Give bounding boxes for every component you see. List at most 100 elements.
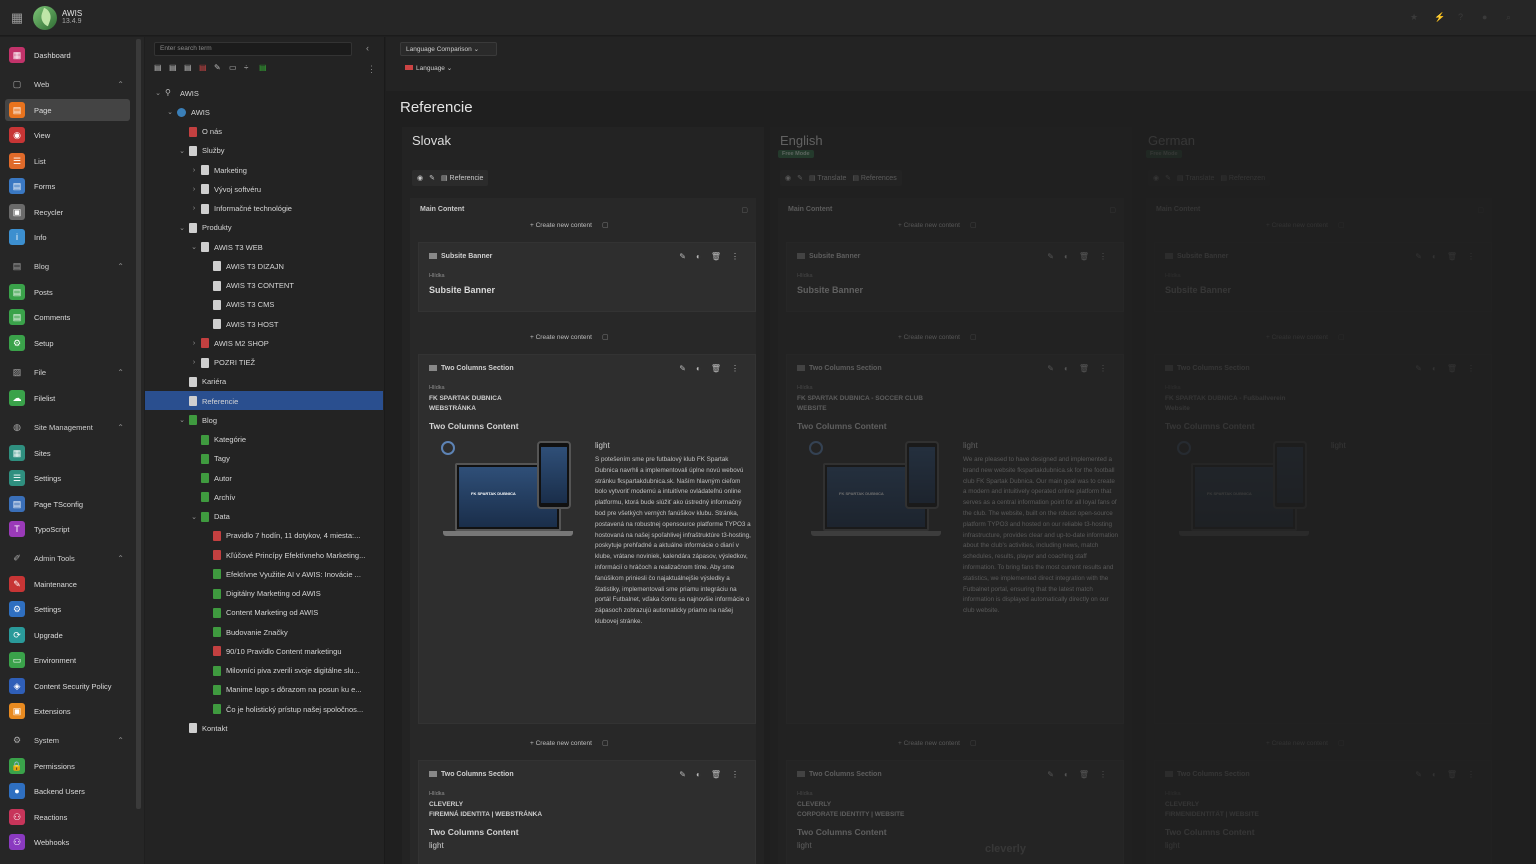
edit-icon[interactable]: ✎ bbox=[429, 174, 435, 182]
more-icon[interactable]: ⋮ bbox=[1467, 252, 1475, 261]
tree-node-awis-t3-web[interactable]: ⌄ AWIS T3 WEB bbox=[189, 238, 263, 256]
hide-icon[interactable]: ◐ bbox=[1432, 364, 1437, 373]
tree-node-digitalny-marketing-od-awis[interactable]: Digitálny Marketing od AWIS bbox=[201, 585, 321, 603]
module-extensions[interactable]: ▣ Extensions bbox=[5, 700, 130, 722]
user-avatar-icon[interactable]: ● bbox=[1482, 12, 1492, 22]
tree-node-awis-t3-cms[interactable]: AWIS T3 CMS bbox=[201, 296, 274, 314]
chevron-right-icon[interactable]: › bbox=[189, 205, 199, 212]
chevron-right-icon[interactable]: › bbox=[189, 186, 199, 193]
view-icon[interactable]: ◉ bbox=[1153, 174, 1159, 182]
chevron-down-icon[interactable]: ⌄ bbox=[153, 89, 163, 97]
delete-icon[interactable]: 🗑 bbox=[1447, 252, 1457, 261]
module-backend-users[interactable]: ● Backend Users bbox=[5, 780, 130, 802]
delete-icon[interactable]: 🗑 bbox=[1079, 364, 1089, 373]
module-content-security-policy[interactable]: ◈ Content Security Policy bbox=[5, 675, 130, 697]
awis-logo[interactable] bbox=[33, 6, 57, 30]
hide-icon[interactable]: ◐ bbox=[696, 252, 701, 261]
module-settings[interactable]: ☰ Settings bbox=[5, 467, 130, 489]
content-element-two-columns-2[interactable]: Two Columns Section ✎ ◐ 🗑 ⋮ Hlídka CLEVERLY… bbox=[418, 760, 756, 864]
more-icon[interactable]: ⋮ bbox=[1467, 364, 1475, 373]
new-recycler-icon[interactable]: ▤ bbox=[259, 63, 268, 73]
search-icon[interactable]: ⌕ bbox=[1506, 12, 1516, 22]
tree-node-data[interactable]: ⌄ Data bbox=[189, 508, 230, 526]
more-icon[interactable]: ⋮ bbox=[1099, 770, 1107, 779]
tree-node-archiv[interactable]: Archív bbox=[189, 488, 235, 506]
page-link[interactable]: ▤ References bbox=[852, 174, 896, 182]
module-list[interactable]: ☰ List bbox=[5, 150, 130, 172]
more-icon[interactable]: ⋮ bbox=[1099, 364, 1107, 373]
tree-node-co-je-holisticky-pristup-nasej-spolocnos[interactable]: Čo je holistický prístup našej spoločnos… bbox=[201, 700, 363, 718]
chevron-right-icon[interactable]: › bbox=[189, 340, 199, 347]
tree-node-awis[interactable]: ⌄ AWIS bbox=[165, 103, 210, 121]
chevron-down-icon[interactable]: ⌄ bbox=[189, 243, 199, 251]
create-new-content-button[interactable]: + Create new content bbox=[530, 222, 592, 229]
paste-icon[interactable]: ▢ bbox=[1338, 333, 1345, 341]
module-typoscript[interactable]: T TypoScript bbox=[5, 518, 130, 540]
module-recycler[interactable]: ▣ Recycler bbox=[5, 201, 130, 223]
tree-node-awis-m2-shop[interactable]: › AWIS M2 SHOP bbox=[189, 334, 269, 352]
page-link[interactable]: ▤ Referencie bbox=[441, 174, 483, 182]
module-menu-toggle-icon[interactable]: ▦ bbox=[9, 10, 25, 26]
collapse-tree-icon[interactable]: ‹ bbox=[366, 43, 369, 53]
page-link[interactable]: ▤ Referenzen bbox=[1220, 174, 1265, 182]
new-backend-link-icon[interactable]: ✎ bbox=[214, 63, 223, 73]
new-page-icon[interactable]: ▤ bbox=[154, 63, 163, 73]
edit-icon[interactable]: ✎ bbox=[1415, 770, 1422, 779]
bookmark-icon[interactable]: ★ bbox=[1410, 12, 1420, 22]
new-folder-icon[interactable]: ▭ bbox=[229, 63, 238, 73]
module-posts[interactable]: ▤ Posts bbox=[5, 281, 130, 303]
language-select[interactable]: Language ⌄ bbox=[400, 62, 463, 76]
edit-icon[interactable]: ✎ bbox=[797, 174, 803, 182]
chevron-down-icon[interactable]: ⌄ bbox=[189, 513, 199, 521]
delete-icon[interactable]: 🗑 bbox=[1079, 252, 1089, 261]
more-icon[interactable]: ⋮ bbox=[731, 770, 739, 779]
module-group-file[interactable]: ▨ File ⌃ bbox=[5, 363, 130, 381]
module-maintenance[interactable]: ✎ Maintenance bbox=[5, 573, 130, 595]
hide-icon[interactable]: ◐ bbox=[1064, 252, 1069, 261]
create-new-content-button[interactable]: + Create new content bbox=[898, 740, 960, 747]
tree-node-manime-logo-s-dorazom-na-posun-ku-e[interactable]: Manime logo s dôrazom na posun ku e... bbox=[201, 681, 362, 699]
module-forms[interactable]: ▤ Forms bbox=[5, 175, 130, 197]
chevron-right-icon[interactable]: › bbox=[189, 359, 199, 366]
module-webhooks[interactable]: ⚇ Webhooks bbox=[5, 831, 130, 853]
tree-node-efektivne-vyuzitie-ai-v-awis-inovacie[interactable]: Efektívne Využitie AI v AWIS: Inovácie .… bbox=[201, 565, 361, 583]
delete-icon[interactable]: 🗑 bbox=[711, 364, 721, 373]
module-group-web[interactable]: ▢ Web ⌃ bbox=[5, 75, 130, 93]
module-dashboard[interactable]: ▦ Dashboard bbox=[5, 44, 130, 66]
tree-node-pravidlo-7-hodin-11-dotykov-4-miesta[interactable]: Pravidlo 7 hodín, 11 dotykov, 4 miesta:.… bbox=[201, 527, 360, 545]
tree-search-input[interactable]: Enter search term bbox=[154, 42, 352, 56]
create-new-content-button[interactable]: + Create new content bbox=[898, 334, 960, 341]
edit-icon[interactable]: ✎ bbox=[1415, 364, 1422, 373]
tree-node-awis[interactable]: ⌄ ⚲ AWIS bbox=[153, 84, 199, 102]
chevron-right-icon[interactable]: › bbox=[189, 167, 199, 174]
paste-icon[interactable]: ▢ bbox=[1338, 221, 1345, 229]
chevron-down-icon[interactable]: ⌄ bbox=[177, 147, 187, 155]
content-element-subsite-banner[interactable]: Subsite Banner ✎ ◐ 🗑 ⋮ Hlídka Subsite Banne… bbox=[418, 242, 756, 312]
module-group-blog[interactable]: ▤ Blog ⌃ bbox=[5, 257, 130, 275]
tree-node-sluzby[interactable]: ⌄ Služby bbox=[177, 142, 225, 160]
tree-node-pozri-tiez[interactable]: › POZRI TIEŽ bbox=[189, 354, 255, 372]
module-view[interactable]: ◉ View bbox=[5, 124, 130, 146]
paste-icon[interactable]: ▢ bbox=[1338, 739, 1345, 747]
tree-node-awis-t3-dizajn[interactable]: AWIS T3 DIZAJN bbox=[201, 257, 284, 275]
edit-icon[interactable]: ✎ bbox=[1165, 174, 1171, 182]
tree-node-referencie[interactable]: Referencie bbox=[177, 392, 238, 410]
tree-node-o-nas[interactable]: O nás bbox=[177, 123, 222, 141]
delete-icon[interactable]: 🗑 bbox=[711, 770, 721, 779]
new-shortcut-icon[interactable]: ▤ bbox=[184, 63, 193, 73]
content-element-two-columns[interactable]: Two Columns Section ✎ ◐ 🗑 ⋮ Hlídka FK SPART… bbox=[418, 354, 756, 724]
delete-icon[interactable]: 🗑 bbox=[1447, 364, 1457, 373]
paste-icon[interactable]: ▢ bbox=[970, 221, 977, 229]
tree-node-budovanie-znacky[interactable]: Budovanie Značky bbox=[201, 623, 288, 641]
hide-icon[interactable]: ◐ bbox=[696, 364, 701, 373]
chevron-down-icon[interactable]: ⌄ bbox=[177, 416, 187, 424]
translate-button[interactable]: ▤ Translate bbox=[1177, 174, 1214, 182]
edit-icon[interactable]: ✎ bbox=[1047, 252, 1054, 261]
clear-cache-icon[interactable]: ⚡ bbox=[1434, 12, 1445, 22]
new-divider-icon[interactable]: ÷ bbox=[244, 63, 253, 73]
delete-icon[interactable]: 🗑 bbox=[1079, 770, 1089, 779]
edit-icon[interactable]: ✎ bbox=[1047, 364, 1054, 373]
tree-node-kontakt[interactable]: Kontakt bbox=[177, 719, 227, 737]
create-new-content-button[interactable]: + Create new content bbox=[1266, 222, 1328, 229]
tree-node-milovnici-piva-zverili-svoje-digitalne-slu[interactable]: Milovníci piva zverili svoje digitálne s… bbox=[201, 662, 360, 680]
